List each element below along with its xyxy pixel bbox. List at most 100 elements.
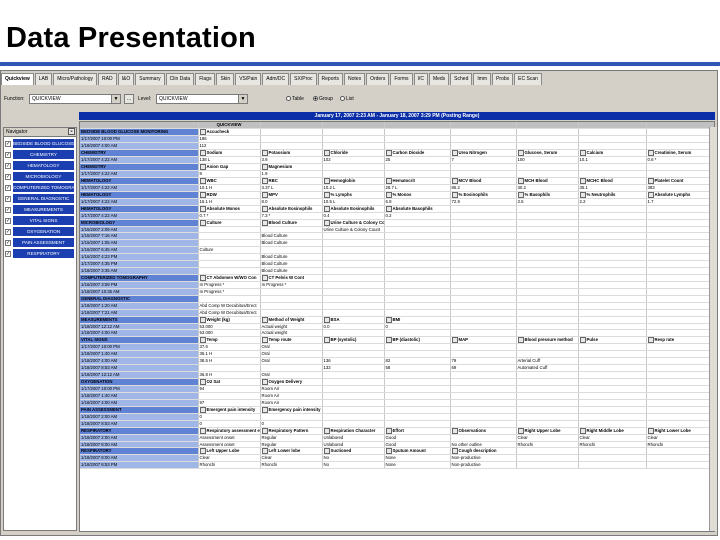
checkbox-icon[interactable] <box>199 163 206 170</box>
checkbox-icon[interactable] <box>647 177 654 184</box>
checkbox-icon[interactable] <box>199 274 206 281</box>
checkbox-icon[interactable] <box>647 191 654 198</box>
radio-group[interactable]: Group <box>313 96 333 102</box>
tab-i-o[interactable]: I&O <box>117 73 135 85</box>
checkbox-icon[interactable] <box>579 191 586 198</box>
checkbox-icon[interactable] <box>199 378 206 385</box>
checkbox-icon[interactable] <box>199 128 206 135</box>
tab-imm[interactable]: Imm <box>473 73 492 85</box>
navigator-item[interactable]: ✓ OXYGENATION <box>4 227 76 236</box>
tab-reports[interactable]: Reports <box>317 73 344 85</box>
tab-micro-pathology[interactable]: Micro/Pathology <box>53 73 98 85</box>
checkbox-icon[interactable] <box>579 177 586 184</box>
tab-rad[interactable]: RAD <box>98 73 117 85</box>
checkbox-icon[interactable] <box>385 205 392 212</box>
checkbox-icon[interactable] <box>517 427 524 434</box>
checkbox-icon[interactable]: ✓ <box>5 206 11 213</box>
checkbox-icon[interactable] <box>323 177 330 184</box>
tab-orders[interactable]: Orders <box>366 73 390 85</box>
checkbox-icon[interactable] <box>261 378 268 385</box>
tab-flags[interactable]: Flags <box>195 73 216 85</box>
navigator-item[interactable]: ✓ GENERAL DIAGNOSTIC <box>4 194 76 203</box>
vertical-scrollbar[interactable] <box>709 127 717 531</box>
tab-probs[interactable]: Probs <box>492 73 514 85</box>
tab-sched[interactable]: Sched <box>450 73 473 85</box>
checkbox-icon[interactable] <box>385 448 392 454</box>
tab-meds[interactable]: Meds <box>428 73 450 85</box>
navigator-item[interactable]: ✓ VITAL SIGNS <box>4 216 76 225</box>
checkbox-icon[interactable]: ✓ <box>5 151 11 158</box>
tab-sx-proc[interactable]: SX/Proc <box>290 73 317 85</box>
checkbox-icon[interactable]: ✓ <box>5 184 11 191</box>
checkbox-icon[interactable] <box>261 427 268 434</box>
checkbox-icon[interactable] <box>261 274 268 281</box>
function-more-button[interactable]: … <box>124 94 134 104</box>
checkbox-icon[interactable] <box>451 177 458 184</box>
checkbox-icon[interactable] <box>199 205 206 212</box>
checkbox-icon[interactable] <box>517 337 524 343</box>
function-select[interactable]: QUICKVIEW ▼ <box>29 94 121 104</box>
checkbox-icon[interactable] <box>385 149 392 156</box>
checkbox-icon[interactable] <box>199 149 206 156</box>
checkbox-icon[interactable] <box>323 149 330 156</box>
navigator-item[interactable]: ✓ HEMATOLOGY <box>4 161 76 170</box>
checkbox-icon[interactable] <box>385 316 392 323</box>
close-icon[interactable]: × <box>68 128 75 135</box>
navigator-item[interactable]: ✓ MICROBIOLOGY <box>4 172 76 181</box>
radio-table[interactable]: Table <box>286 96 304 102</box>
checkbox-icon[interactable] <box>323 219 330 226</box>
checkbox-icon[interactable] <box>323 316 330 323</box>
checkbox-icon[interactable] <box>199 427 206 434</box>
tab-quickview[interactable]: Quickview <box>1 73 34 85</box>
navigator-item[interactable]: ✓ CHEMISTRY <box>4 150 76 159</box>
checkbox-icon[interactable] <box>451 448 458 454</box>
tab-lab[interactable]: LAB <box>34 73 53 85</box>
checkbox-icon[interactable] <box>385 427 392 434</box>
checkbox-icon[interactable] <box>199 406 206 413</box>
checkbox-icon[interactable] <box>261 406 268 413</box>
navigator-item[interactable]: ✓ BEDSIDE BLOOD GLUCOSE <box>4 139 76 148</box>
checkbox-icon[interactable]: ✓ <box>5 162 11 169</box>
radio-list[interactable]: List <box>340 96 354 102</box>
navigator-item[interactable]: ✓ RESPIRATORY <box>4 249 76 258</box>
checkbox-icon[interactable] <box>517 149 524 156</box>
checkbox-icon[interactable] <box>647 149 654 156</box>
checkbox-icon[interactable] <box>323 205 330 212</box>
checkbox-icon[interactable]: ✓ <box>5 250 11 257</box>
tab-adm-dc[interactable]: Adm/DC <box>262 73 290 85</box>
checkbox-icon[interactable] <box>199 191 206 198</box>
checkbox-icon[interactable] <box>451 191 458 198</box>
checkbox-icon[interactable] <box>517 191 524 198</box>
navigator-item[interactable]: ✓ MEASUREMENTS <box>4 205 76 214</box>
tab-notes[interactable]: Notes <box>344 73 366 85</box>
checkbox-icon[interactable] <box>261 219 268 226</box>
checkbox-icon[interactable] <box>451 427 458 434</box>
checkbox-icon[interactable] <box>261 149 268 156</box>
tab-skin[interactable]: Skin <box>216 73 235 85</box>
checkbox-icon[interactable] <box>579 427 586 434</box>
checkbox-icon[interactable] <box>451 337 458 343</box>
tab-forms[interactable]: Forms <box>390 73 413 85</box>
checkbox-icon[interactable] <box>261 337 268 343</box>
checkbox-icon[interactable] <box>261 316 268 323</box>
checkbox-icon[interactable] <box>385 191 392 198</box>
checkbox-icon[interactable] <box>579 149 586 156</box>
checkbox-icon[interactable]: ✓ <box>5 173 11 180</box>
checkbox-icon[interactable]: ✓ <box>5 195 11 202</box>
checkbox-icon[interactable] <box>647 427 654 434</box>
checkbox-icon[interactable] <box>199 448 206 454</box>
checkbox-icon[interactable] <box>323 427 330 434</box>
tab-summary[interactable]: Summary <box>135 73 165 85</box>
checkbox-icon[interactable] <box>199 337 206 343</box>
checkbox-icon[interactable] <box>579 337 586 343</box>
checkbox-icon[interactable] <box>261 177 268 184</box>
checkbox-icon[interactable]: ✓ <box>5 239 11 246</box>
checkbox-icon[interactable] <box>517 177 524 184</box>
checkbox-icon[interactable] <box>323 448 330 454</box>
checkbox-icon[interactable] <box>451 149 458 156</box>
navigator-item[interactable]: ✓COMPUTERIZED TOMOGRAPHY <box>4 183 76 192</box>
checkbox-icon[interactable] <box>647 337 654 343</box>
checkbox-icon[interactable] <box>199 316 206 323</box>
tab-ec-scan[interactable]: EC Scan <box>514 73 542 85</box>
checkbox-icon[interactable]: ✓ <box>5 217 11 224</box>
